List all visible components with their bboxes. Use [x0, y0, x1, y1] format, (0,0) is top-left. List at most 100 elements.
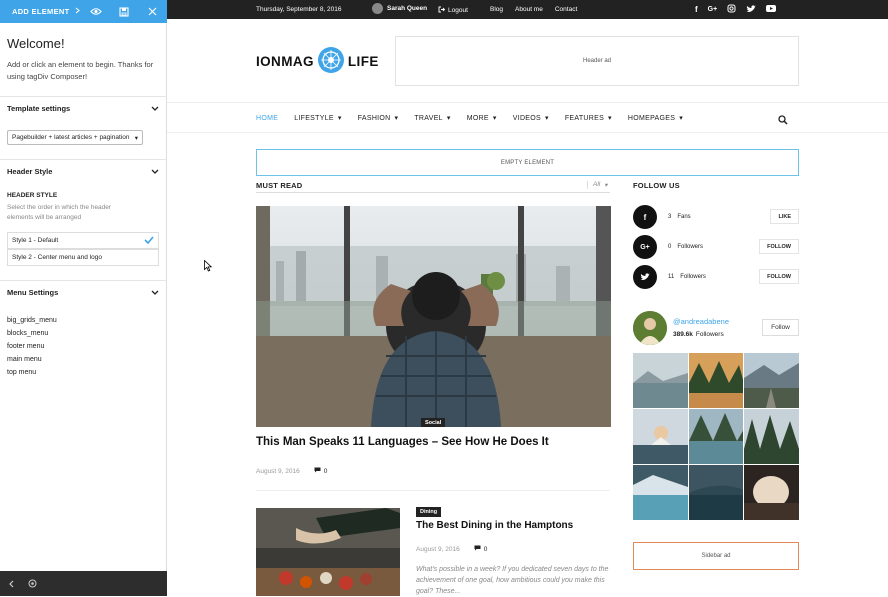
header-style-section[interactable]: Header Style: [0, 159, 167, 182]
instagram-photo[interactable]: [688, 353, 744, 408]
welcome-title: Welcome!: [7, 36, 65, 51]
panel-footer: [0, 571, 167, 596]
menu-settings-section[interactable]: Menu Settings: [0, 280, 167, 303]
nav-videos[interactable]: VIDEOS ▾: [513, 114, 549, 123]
comment-count[interactable]: 0: [314, 467, 327, 475]
panel-toolbar: ADD ELEMENT: [0, 0, 167, 23]
mouse-cursor-icon: [204, 259, 213, 277]
post-date: August 9, 2016: [256, 467, 300, 475]
twitter-icon[interactable]: [746, 4, 757, 15]
nav-more[interactable]: MORE ▾: [467, 114, 497, 123]
logout-link[interactable]: Logout: [438, 6, 468, 15]
menu-item[interactable]: big_grids_menu: [7, 314, 57, 327]
nav-lifestyle[interactable]: LIFESTYLE ▾: [294, 114, 342, 123]
menu-item[interactable]: top menu: [7, 366, 57, 379]
top-bar: Thursday, September 8, 2016 Sarah Queen …: [167, 0, 888, 19]
comment-icon: [474, 545, 481, 553]
main-nav: HOME LIFESTYLE ▾ FASHION ▾ TRAVEL ▾ MORE ▾ V…: [167, 102, 888, 133]
facebook-icon[interactable]: f: [695, 5, 698, 14]
chevron-down-icon: ▾: [545, 115, 549, 122]
instagram-follow-button[interactable]: Follow: [762, 319, 799, 336]
template-select[interactable]: Pagebuilder + latest articles + paginati…: [7, 130, 143, 145]
facebook-icon[interactable]: f: [633, 205, 657, 229]
comment-icon: [314, 467, 321, 475]
article-title[interactable]: The Best Dining in the Hamptons: [416, 520, 573, 531]
current-date: Thursday, September 8, 2016: [256, 6, 342, 13]
social-counter-twitter: 11 Followers FOLLOW: [633, 265, 799, 289]
nav-travel[interactable]: TRAVEL ▾: [414, 114, 451, 123]
google-plus-icon[interactable]: G+: [633, 235, 657, 259]
chevron-down-icon: ▾: [679, 115, 684, 122]
instagram-header: @andreadabene 389.6k Followers Follow: [633, 311, 799, 347]
instagram-photo[interactable]: [633, 465, 688, 520]
article-thumbnail[interactable]: [256, 508, 400, 596]
comment-count[interactable]: 0: [474, 545, 487, 553]
nav-features[interactable]: FEATURES ▾: [565, 114, 612, 123]
close-icon[interactable]: [138, 0, 166, 23]
instagram-photo[interactable]: [688, 409, 744, 464]
google-plus-icon[interactable]: G+: [708, 6, 718, 13]
instagram-photo[interactable]: [744, 409, 799, 464]
user-menu[interactable]: Sarah Queen: [372, 3, 427, 14]
nav-homepages[interactable]: HOMEPAGES ▾: [628, 114, 684, 123]
section-title: Menu Settings: [7, 287, 59, 297]
template-settings-section[interactable]: Template settings: [0, 96, 167, 119]
style-option-2[interactable]: Style 2 - Center menu and logo: [7, 249, 159, 266]
top-link-blog[interactable]: Blog: [490, 6, 503, 13]
section-title: Template settings: [7, 103, 71, 113]
youtube-icon[interactable]: [766, 5, 777, 14]
category-badge[interactable]: Social: [421, 418, 446, 427]
chevron-down-icon[interactable]: [151, 104, 159, 113]
hero-image[interactable]: Social: [256, 206, 611, 427]
hero-title[interactable]: This Man Speaks 11 Languages – See How H…: [256, 436, 549, 448]
style-option-1[interactable]: Style 1 - Default: [7, 232, 159, 249]
target-icon[interactable]: [28, 575, 37, 593]
welcome-box: Welcome! Add or click an element to begi…: [7, 36, 162, 83]
article-meta: August 9, 2016 0: [416, 545, 487, 553]
menu-item[interactable]: footer menu: [7, 340, 57, 353]
check-icon: [144, 235, 154, 246]
menu-item[interactable]: blocks_menu: [7, 327, 57, 340]
save-icon[interactable]: [110, 0, 138, 23]
follow-us-title: FOLLOW US: [633, 181, 680, 190]
follow-button[interactable]: FOLLOW: [759, 269, 799, 284]
social-counter-google: G+ 0 Followers FOLLOW: [633, 235, 799, 259]
search-icon[interactable]: [778, 112, 788, 130]
chevron-down-icon: ▾: [492, 115, 497, 122]
instagram-photo[interactable]: [633, 353, 688, 408]
menu-item[interactable]: main menu: [7, 353, 57, 366]
section-title: Header Style: [7, 166, 53, 176]
menu-list: big_grids_menu blocks_menu footer menu m…: [7, 314, 57, 379]
empty-element[interactable]: EMPTY ELEMENT: [256, 149, 799, 176]
instagram-handle[interactable]: @andreadabene: [673, 317, 729, 326]
dropdown-arrow-icon: ▾: [134, 134, 138, 142]
category-badge[interactable]: Dining: [416, 507, 442, 517]
divider: [256, 490, 610, 491]
divider: [256, 192, 610, 193]
social-counter-facebook: f 3 Fans LIKE: [633, 205, 799, 229]
add-element-button[interactable]: ADD ELEMENT: [0, 7, 82, 16]
site-logo[interactable]: IONMAG LIFE: [256, 45, 379, 77]
nav-home[interactable]: HOME: [256, 114, 278, 122]
sidebar-ad[interactable]: Sidebar ad: [633, 542, 799, 570]
instagram-photo[interactable]: [744, 465, 799, 520]
follow-button[interactable]: FOLLOW: [759, 239, 799, 254]
chevron-down-icon: ▾: [446, 115, 451, 122]
like-button[interactable]: LIKE: [770, 209, 799, 224]
instagram-icon[interactable]: [727, 4, 736, 15]
chevron-down-icon[interactable]: [151, 288, 159, 297]
eye-icon[interactable]: [82, 0, 110, 23]
instagram-photo[interactable]: [688, 465, 744, 520]
composer-panel: ADD ELEMENT Welcome! Add or click an ele…: [0, 0, 167, 596]
top-link-contact[interactable]: Contact: [555, 6, 577, 13]
top-link-about[interactable]: About me: [515, 6, 543, 13]
avatar[interactable]: [633, 311, 667, 345]
chevron-left-icon[interactable]: [9, 575, 14, 593]
header-ad[interactable]: Header ad: [395, 36, 799, 86]
category-filter[interactable]: All ▾: [587, 181, 608, 189]
chevron-down-icon[interactable]: [151, 167, 159, 176]
nav-fashion[interactable]: FASHION ▾: [358, 114, 399, 123]
twitter-icon[interactable]: [633, 265, 657, 289]
instagram-photo[interactable]: [744, 353, 799, 408]
instagram-photo[interactable]: [633, 409, 688, 464]
